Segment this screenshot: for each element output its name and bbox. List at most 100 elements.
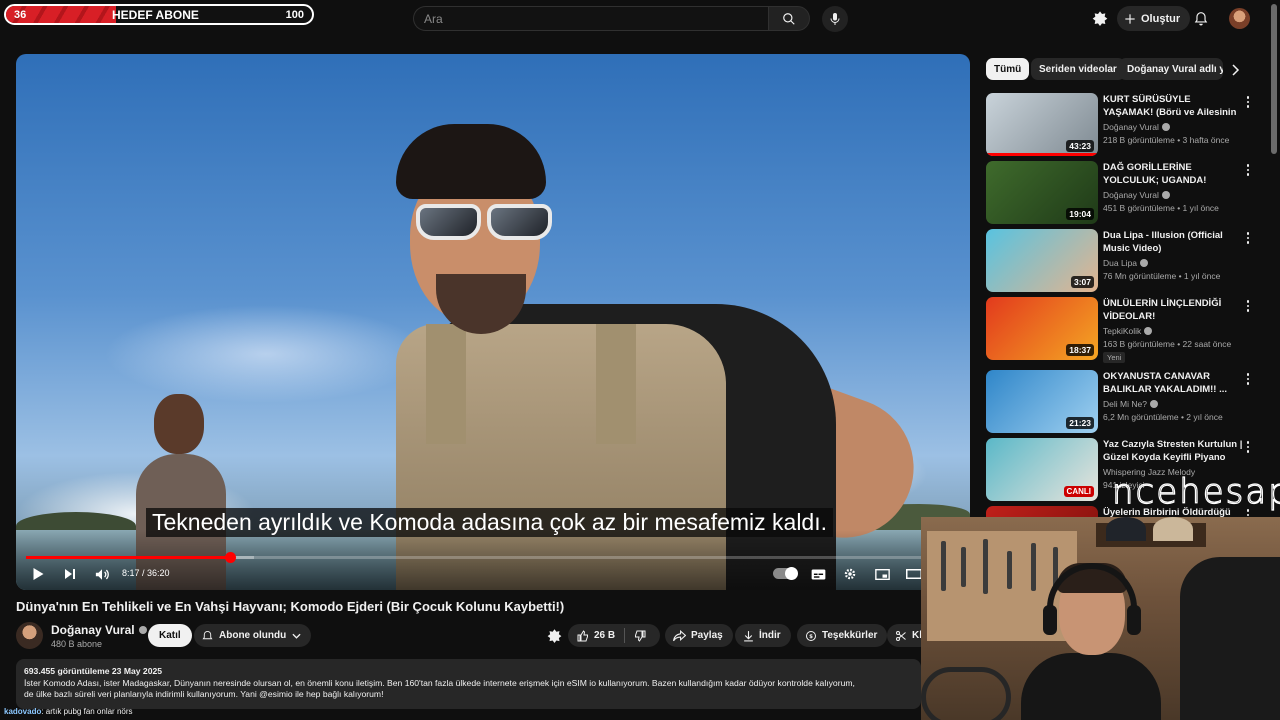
recommendation-item[interactable]: 21:23 OKYANUSTA CANAVAR BALIKLAR YAKALADI…	[986, 370, 1256, 434]
chip-label: Doğanay Vural adlı yü	[1127, 63, 1223, 75]
play-icon	[33, 568, 43, 580]
dot-icon	[1246, 105, 1250, 108]
subscribed-label: Abone olundu	[219, 630, 287, 641]
play-button[interactable]	[27, 563, 49, 585]
subscriber-goal-bar: 36 HEDEF ABONE 100	[4, 4, 314, 25]
recommendation-channel[interactable]: TepkiKolik	[1103, 326, 1153, 336]
recommendation-meta: 76 Mn görüntüleme • 1 yıl önce	[1103, 271, 1221, 281]
dot-icon	[1246, 168, 1250, 172]
view-stats: 693.455 görüntüleme 23 May 2025	[24, 666, 163, 676]
verified-icon	[1161, 123, 1170, 131]
video-thumbnail[interactable]: 43:23	[986, 93, 1098, 156]
next-button[interactable]	[60, 563, 80, 585]
subscribed-button[interactable]: Abone olundu	[194, 624, 312, 647]
description-box[interactable]: 693.455 görüntüleme 23 May 2025 İster Ko…	[16, 659, 921, 709]
extension-icon	[1092, 11, 1108, 26]
recommendation-title[interactable]: ÜNLÜLERİN LİNÇLENDİĞİ VİDEOLAR!	[1103, 297, 1243, 323]
search-input[interactable]	[413, 6, 768, 31]
watched-progress	[986, 153, 1098, 156]
recommendation-title[interactable]: OKYANUSTA CANAVAR BALIKLAR YAKALADIM!! .…	[1103, 370, 1243, 396]
chip-channel[interactable]: Doğanay Vural adlı yü	[1119, 58, 1223, 80]
recommendation-title[interactable]: DAĞ GORİLLERİNE YOLCULUK; UGANDA!	[1103, 161, 1243, 187]
dislike-button[interactable]	[625, 624, 655, 647]
account-avatar[interactable]	[1229, 8, 1250, 29]
search-icon	[783, 12, 795, 25]
description-line: de ülke bazlı süreli veri planlarıyla in…	[24, 689, 384, 699]
recommendation-channel[interactable]: Deli Mi Ne?	[1103, 399, 1158, 409]
dot-icon	[1246, 309, 1250, 312]
recommendation-meta: 6,2 Mn görüntüleme • 2 yıl önce	[1103, 412, 1223, 422]
create-button[interactable]: Oluştur	[1117, 6, 1191, 31]
more-options-button[interactable]	[1244, 163, 1252, 177]
video-subtitle: Tekneden ayrıldık ve Komoda adasına çok …	[146, 508, 834, 537]
duration-badge: 19:04	[1066, 208, 1094, 220]
chevron-right-icon	[1232, 64, 1240, 76]
recommendation-channel[interactable]: Dua Lipa	[1103, 258, 1149, 268]
recommendation-meta: 218 B görüntüleme • 3 hafta önce	[1103, 135, 1230, 145]
super-thanks-icon: $	[806, 630, 816, 641]
video-thumbnail[interactable]: 18:37	[986, 297, 1098, 360]
dot-icon	[1246, 236, 1250, 240]
join-button[interactable]: Katıl	[148, 624, 192, 647]
thanks-button[interactable]: $ Teşekkürler	[797, 624, 888, 647]
video-thumbnail[interactable]: CANLI	[986, 438, 1098, 501]
video-thumbnail[interactable]: 19:04	[986, 161, 1098, 224]
duration-badge: 21:23	[1066, 417, 1094, 429]
miniplayer-button[interactable]	[872, 563, 892, 585]
description-line: İster Komodo Adası, ister Madagaskar, Dü…	[24, 677, 855, 688]
volume-button[interactable]	[91, 563, 113, 585]
like-button[interactable]: 26 B	[568, 624, 624, 647]
recommendation-title[interactable]: Dua Lipa - Illusion (Official Music Vide…	[1103, 229, 1243, 255]
autoplay-toggle[interactable]	[773, 567, 798, 580]
dot-icon	[1246, 241, 1250, 244]
recommendation-title[interactable]: KURT SÜRÜSÜYLE YAŞAMAK! (Börü ve Ailesin…	[1103, 93, 1243, 119]
more-options-button[interactable]	[1244, 440, 1252, 454]
share-label: Paylaş	[691, 630, 723, 641]
recommendation-title[interactable]: Yaz Cazıyla Stresten Kurtulun | Güzel Ko…	[1103, 438, 1243, 464]
dot-icon	[1246, 304, 1250, 308]
share-button[interactable]: Paylaş	[665, 624, 733, 647]
next-icon	[65, 569, 75, 579]
goal-current: 36	[14, 8, 27, 21]
recommendation-item[interactable]: 43:23 KURT SÜRÜSÜYLE YAŞAMAK! (Börü ve Ai…	[986, 93, 1256, 157]
channel-name[interactable]: Doğanay Vural	[51, 623, 147, 637]
channel-avatar[interactable]	[16, 622, 43, 649]
recommendation-meta: 163 B görüntüleme • 22 saat önce	[1103, 339, 1232, 349]
recommendation-channel-name: Deli Mi Ne?	[1103, 399, 1147, 409]
dot-icon	[1246, 377, 1250, 381]
video-thumbnail[interactable]: 3:07	[986, 229, 1098, 292]
more-options-button[interactable]	[1244, 299, 1252, 313]
chip-label: Seriden videolar	[1039, 63, 1117, 75]
extension-action-button[interactable]	[547, 628, 562, 648]
notifications-button[interactable]	[1191, 8, 1211, 28]
subtitles-button[interactable]	[808, 563, 828, 585]
recommendation-item[interactable]: 18:37 ÜNLÜLERİN LİNÇLENDİĞİ VİDEOLAR! Tepk…	[986, 297, 1256, 363]
video-title: Dünya'nın En Tehlikeli ve En Vahşi Hayva…	[16, 599, 565, 614]
recommendation-item[interactable]: 19:04 DAĞ GORİLLERİNE YOLCULUK; UGANDA! Do…	[986, 161, 1256, 225]
search-button[interactable]	[768, 6, 810, 31]
chat-text: : artık pubg fan onlar nörs	[41, 707, 133, 716]
chip-series[interactable]: Seriden videolar	[1031, 58, 1125, 80]
duration-badge: 18:37	[1066, 344, 1094, 356]
progress-bar[interactable]	[26, 552, 922, 563]
video-thumbnail[interactable]: 21:23	[986, 370, 1098, 433]
recommendation-channel[interactable]: Doğanay Vural	[1103, 190, 1170, 200]
page-scrollbar[interactable]	[1271, 4, 1277, 154]
volume-icon	[95, 568, 109, 580]
chat-username: kadovado	[4, 707, 42, 716]
chip-all[interactable]: Tümü	[986, 58, 1030, 80]
bell-icon	[1194, 11, 1208, 25]
more-options-button[interactable]	[1244, 231, 1252, 245]
duration-badge: 3:07	[1070, 276, 1094, 288]
verified-icon	[1144, 327, 1153, 335]
extension-button[interactable]	[1090, 8, 1110, 28]
recommendation-channel[interactable]: Doğanay Vural	[1103, 122, 1170, 132]
recommendation-item[interactable]: 3:07 Dua Lipa - Illusion (Official Music …	[986, 229, 1256, 293]
settings-button[interactable]	[840, 563, 860, 585]
download-button[interactable]: İndir	[735, 624, 791, 647]
voice-search-button[interactable]	[822, 6, 848, 32]
more-options-button[interactable]	[1244, 372, 1252, 386]
chips-next-button[interactable]	[1230, 63, 1240, 81]
more-options-button[interactable]	[1244, 95, 1252, 109]
create-label: Oluştur	[1141, 12, 1181, 25]
